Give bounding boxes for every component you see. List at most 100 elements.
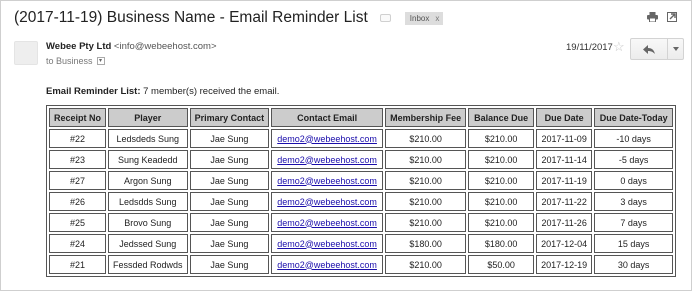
- email-date: 19/11/2017: [566, 42, 613, 53]
- avatar: [14, 41, 38, 65]
- table-cell: Jae Sung: [189, 234, 270, 253]
- chevron-down-icon[interactable]: ▾: [96, 57, 105, 65]
- column-header: Primary Contact: [189, 108, 270, 127]
- sender-line: Webee Pty Ltd <info@webeehost.com>: [46, 41, 217, 52]
- table-cell: 2017-12-19: [536, 255, 593, 274]
- table-header-row: Receipt No Player Primary Contact Contac…: [49, 108, 674, 127]
- table-row: #22 Ledsdeds Sung Jae Sung demo2@webeehost.…: [49, 129, 674, 148]
- sender-email: <info@webeehost.com>: [113, 41, 217, 52]
- contact-email-link[interactable]: demo2@webeehost.com: [277, 218, 377, 228]
- table-cell: Jae Sung: [189, 255, 270, 274]
- label-toggle-icon[interactable]: [379, 14, 391, 22]
- column-header: Contact Email: [271, 108, 384, 127]
- more-options-button[interactable]: [668, 38, 684, 60]
- table-cell: Argon Sung: [108, 171, 188, 190]
- table-cell: #23: [49, 150, 107, 169]
- column-header: Due Date: [536, 108, 593, 127]
- table-row: #25 Brovo Sung Jae Sung demo2@webeehost.com…: [49, 213, 674, 232]
- print-icon[interactable]: [647, 11, 658, 22]
- table-cell: $210.00: [468, 192, 535, 211]
- reply-icon: [643, 44, 655, 54]
- contact-email-link[interactable]: demo2@webeehost.com: [277, 155, 377, 165]
- table-cell: 15 days: [594, 234, 674, 253]
- table-cell: Jae Sung: [189, 192, 270, 211]
- inbox-label-text: Inbox: [409, 13, 430, 23]
- table-cell: #25: [49, 213, 107, 232]
- table-cell: $210.00: [468, 150, 535, 169]
- table-cell: -5 days: [594, 150, 674, 169]
- remove-label-button[interactable]: x: [435, 14, 439, 23]
- contact-email-link[interactable]: demo2@webeehost.com: [277, 260, 377, 270]
- sender-name[interactable]: Webee Pty Ltd: [46, 41, 111, 52]
- table-row: #27 Argon Sung Jae Sung demo2@webeehost.com…: [49, 171, 674, 190]
- column-header: Player: [108, 108, 188, 127]
- table-row: #24 Jedssed Sung Jae Sung demo2@webeehost.c…: [49, 234, 674, 253]
- table-cell: Jae Sung: [189, 129, 270, 148]
- table-cell: Fessded Rodwds: [108, 255, 188, 274]
- contact-email-cell: demo2@webeehost.com: [271, 255, 384, 274]
- table-cell: $210.00: [385, 192, 467, 211]
- table-cell: -10 days: [594, 129, 674, 148]
- contact-email-link[interactable]: demo2@webeehost.com: [277, 134, 377, 144]
- contact-email-cell: demo2@webeehost.com: [271, 192, 384, 211]
- email-intro: Email Reminder List: 7 member(s) receive…: [46, 86, 279, 97]
- recipient-text: to Business: [46, 56, 93, 66]
- table-cell: 7 days: [594, 213, 674, 232]
- table-cell: #21: [49, 255, 107, 274]
- table-cell: Jae Sung: [189, 150, 270, 169]
- table-cell: Ledsdeds Sung: [108, 129, 188, 148]
- table-cell: $50.00: [468, 255, 535, 274]
- contact-email-link[interactable]: demo2@webeehost.com: [277, 239, 377, 249]
- contact-email-cell: demo2@webeehost.com: [271, 213, 384, 232]
- column-header: Due Date-Today: [594, 108, 674, 127]
- table-cell: #27: [49, 171, 107, 190]
- table-cell: 2017-12-04: [536, 234, 593, 253]
- email-view: (2017-11-19) Business Name - Email Remin…: [0, 0, 692, 291]
- reply-button[interactable]: [630, 38, 668, 60]
- table-cell: 30 days: [594, 255, 674, 274]
- table-cell: $210.00: [468, 171, 535, 190]
- intro-text: 7 member(s) received the email.: [140, 86, 280, 97]
- table-cell: 2017-11-19: [536, 171, 593, 190]
- table-cell: 2017-11-26: [536, 213, 593, 232]
- table-cell: $210.00: [385, 255, 467, 274]
- table-cell: $210.00: [385, 150, 467, 169]
- reply-group: [630, 38, 684, 60]
- table-cell: 3 days: [594, 192, 674, 211]
- table-cell: #26: [49, 192, 107, 211]
- more-options-icon: [672, 47, 679, 51]
- column-header: Balance Due: [468, 108, 535, 127]
- table-row: #21 Fessded Rodwds Jae Sung demo2@webeehost…: [49, 255, 674, 274]
- table-cell: 2017-11-14: [536, 150, 593, 169]
- contact-email-cell: demo2@webeehost.com: [271, 171, 384, 190]
- email-subject: (2017-11-19) Business Name - Email Remin…: [14, 9, 368, 26]
- star-icon[interactable]: ☆: [613, 39, 625, 55]
- contact-email-cell: demo2@webeehost.com: [271, 234, 384, 253]
- table-cell: Ledsdds Sung: [108, 192, 188, 211]
- column-header: Receipt No: [49, 108, 107, 127]
- table-cell: Brovo Sung: [108, 213, 188, 232]
- table-cell: #24: [49, 234, 107, 253]
- contact-email-link[interactable]: demo2@webeehost.com: [277, 176, 377, 186]
- inbox-label-chip[interactable]: Inbox x: [404, 11, 444, 25]
- table-cell: $210.00: [385, 171, 467, 190]
- table-cell: $210.00: [468, 213, 535, 232]
- intro-label: Email Reminder List:: [46, 86, 141, 97]
- open-new-window-icon[interactable]: [666, 11, 677, 22]
- table-cell: $180.00: [468, 234, 535, 253]
- top-actions: [647, 11, 677, 22]
- table-cell: Jedssed Sung: [108, 234, 188, 253]
- table-cell: Jae Sung: [189, 213, 270, 232]
- table-row: #23 Sung Keadedd Jae Sung demo2@webeehost.c…: [49, 150, 674, 169]
- table-cell: 2017-11-22: [536, 192, 593, 211]
- recipient-line: to Business ▾: [46, 56, 105, 66]
- table-cell: 2017-11-09: [536, 129, 593, 148]
- subject-row: (2017-11-19) Business Name - Email Remin…: [14, 7, 444, 29]
- table-cell: $210.00: [385, 213, 467, 232]
- table-cell: 0 days: [594, 171, 674, 190]
- table-cell: $210.00: [468, 129, 535, 148]
- contact-email-cell: demo2@webeehost.com: [271, 150, 384, 169]
- table-cell: $180.00: [385, 234, 467, 253]
- contact-email-link[interactable]: demo2@webeehost.com: [277, 197, 377, 207]
- table-row: #26 Ledsdds Sung Jae Sung demo2@webeehost.c…: [49, 192, 674, 211]
